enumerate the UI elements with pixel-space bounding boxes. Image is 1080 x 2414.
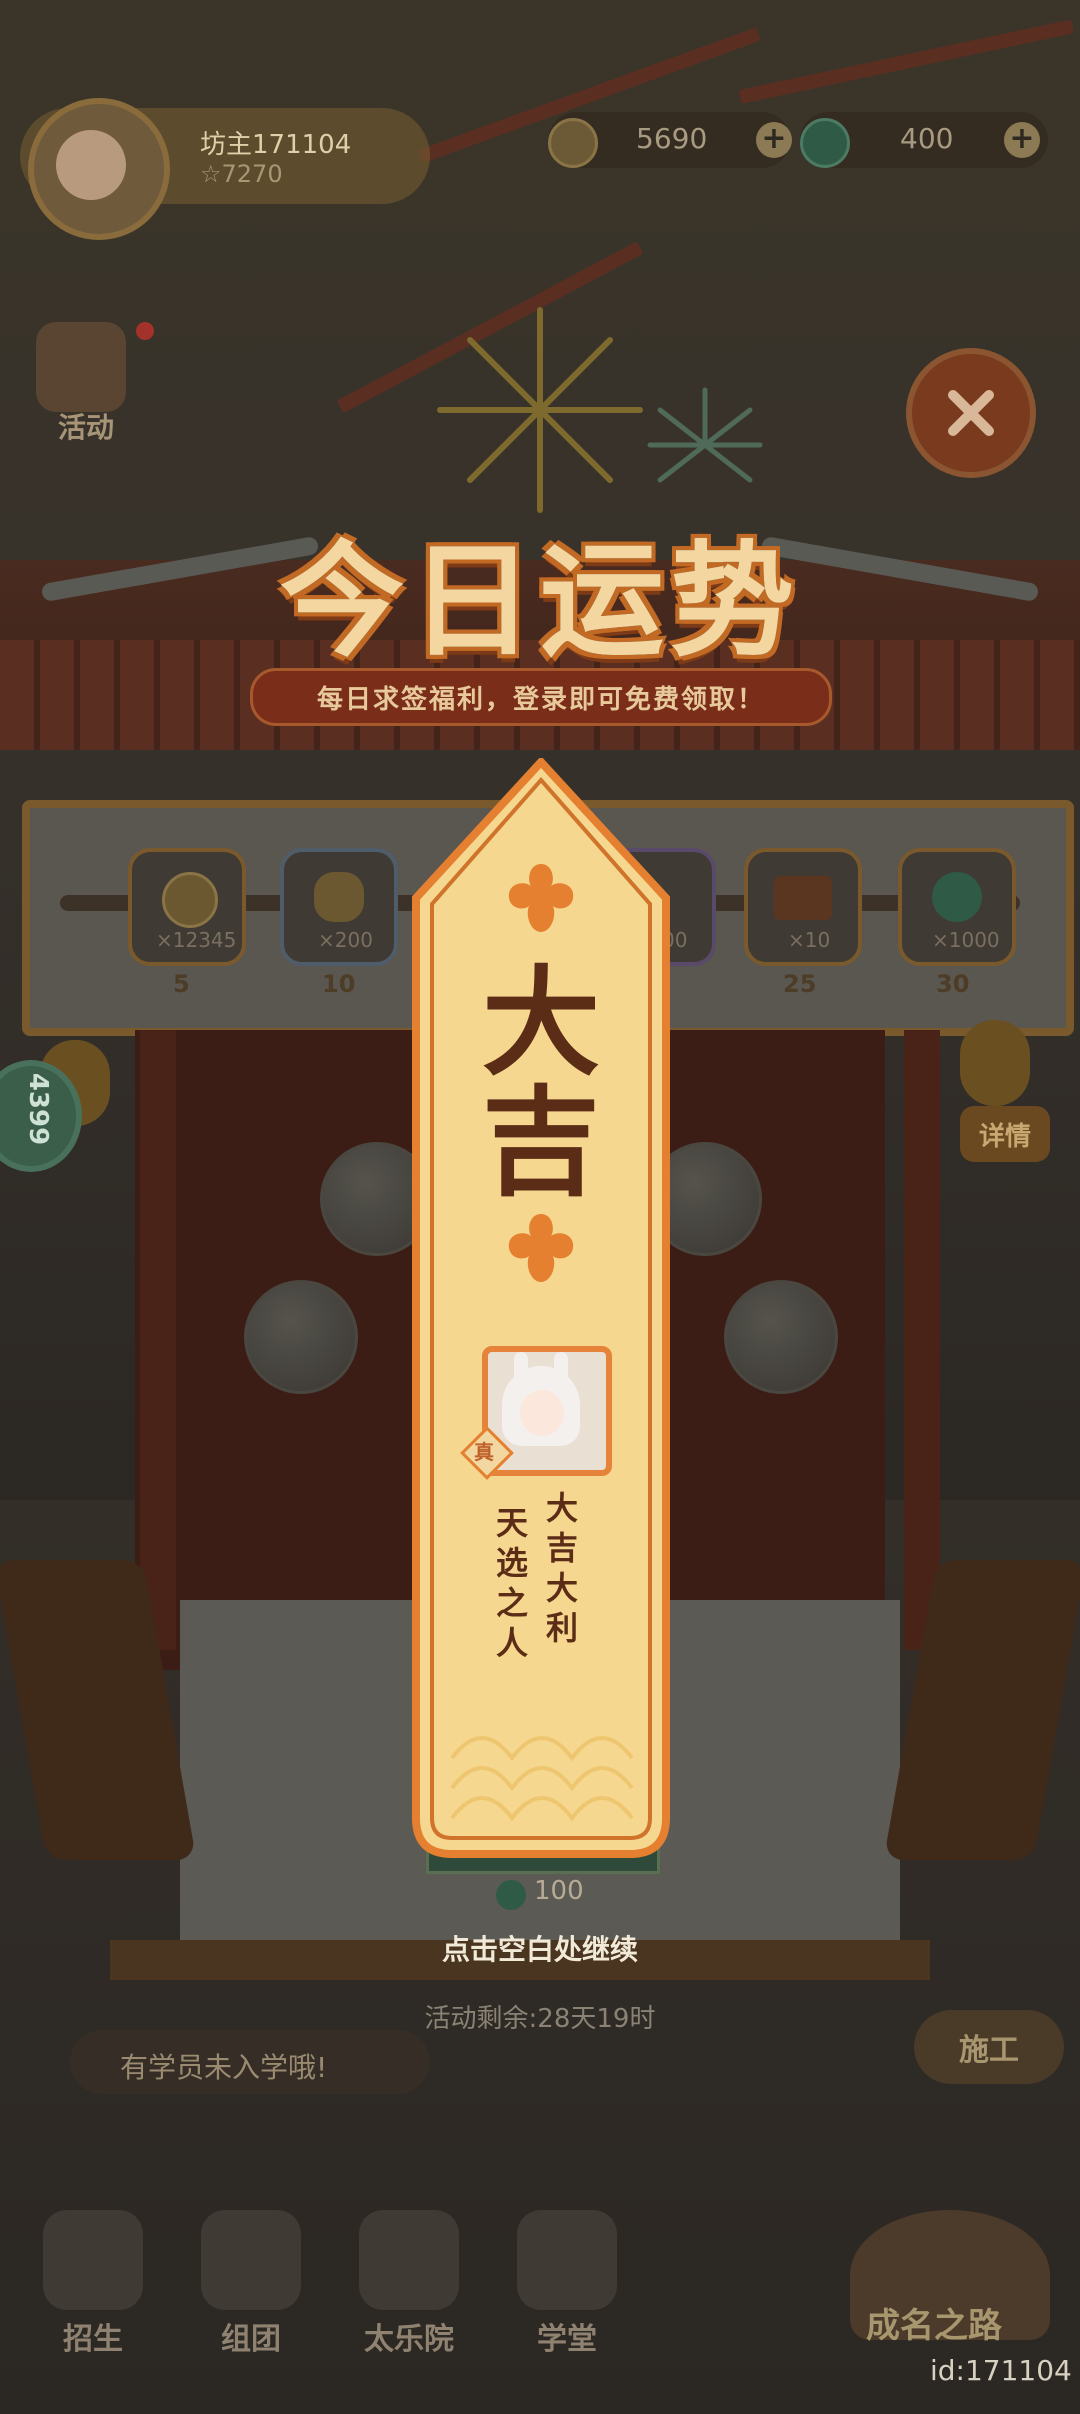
jade-icon	[932, 872, 982, 922]
house-icon	[359, 2210, 459, 2310]
bunny-ear-icon	[514, 1352, 528, 1386]
add-coin-button[interactable]: +	[756, 122, 792, 158]
nav-label: 招生	[63, 2322, 123, 2357]
detail-button[interactable]: 详情	[960, 1106, 1050, 1162]
cat-icon	[43, 2210, 143, 2310]
reward-orb[interactable]	[244, 1280, 358, 1394]
activity-label: 活动	[58, 411, 115, 444]
detail-label: 详情	[978, 1121, 1031, 1152]
reward-count: ×10	[788, 928, 831, 952]
reward-day: 5	[173, 970, 190, 998]
player-stars: ☆7270	[200, 160, 283, 188]
rarity-badge-label: 真	[474, 1440, 494, 1464]
nav-school[interactable]: 学堂	[502, 2210, 632, 2358]
activity-button[interactable]	[36, 322, 126, 412]
poem-line-1: 大吉大利	[545, 1489, 578, 1647]
nav-label: 组团	[221, 2322, 281, 2357]
avatar-face-icon	[56, 130, 126, 200]
flag-icon	[201, 2210, 301, 2310]
side-counter-value: 4399	[23, 1072, 54, 1146]
nav-label: 太乐院	[364, 2322, 454, 2357]
popup-subtitle: 每日求签福利，登录即可免费领取！	[316, 684, 765, 715]
build-label: 施工	[959, 2033, 1019, 2068]
popup-title-wrap: 今日运势	[160, 500, 920, 680]
build-button[interactable]: 施工	[914, 2010, 1064, 2084]
nav-recruit[interactable]: 招生	[28, 2210, 158, 2358]
coin-value: 5690	[636, 122, 708, 155]
plum-flower-icon	[314, 872, 364, 922]
draw-cost: 100	[534, 1876, 584, 1906]
reward-slot[interactable]: ×1000	[898, 848, 1016, 966]
nav-label: 学堂	[537, 2322, 597, 2357]
fame-road-label: 成名之路	[866, 2306, 1002, 2346]
character-face	[520, 1390, 564, 1436]
bunny-ear-icon	[554, 1352, 568, 1386]
firework-decoration	[437, 307, 643, 513]
reward-orb[interactable]	[724, 1280, 838, 1394]
reward-slot[interactable]: ×10	[744, 848, 862, 966]
close-button[interactable]	[906, 348, 1036, 478]
treasure-chest-icon	[774, 876, 832, 920]
reward-day: 30	[936, 970, 970, 998]
reward-slot[interactable]: ×200	[280, 848, 398, 966]
reward-day: 25	[783, 970, 817, 998]
player-name: 坊主171104	[200, 130, 352, 160]
reward-count: ×1000	[932, 928, 1000, 952]
notification-dot	[136, 322, 154, 340]
user-id: id:171104	[930, 2354, 1072, 2387]
reward-day: 10	[322, 970, 356, 998]
reward-slot[interactable]: ×12345	[128, 848, 246, 966]
jade-value: 400	[900, 122, 954, 155]
cost-jade-icon	[496, 1880, 526, 1910]
shrine-pillar	[904, 1030, 940, 1650]
lantern-decoration	[960, 1020, 1030, 1106]
student-notice-text: 有学员未入学哦!	[120, 2051, 328, 2084]
continue-hint[interactable]: 点击空白处继续	[0, 1928, 1080, 1968]
close-icon	[948, 390, 994, 436]
copper-coin-icon	[162, 872, 218, 928]
shrine-pillar	[140, 1030, 176, 1650]
coin-icon	[548, 118, 598, 168]
poem-line-2: 天选之人	[495, 1504, 528, 1662]
player-stars-value: 7270	[221, 160, 283, 188]
reward-count: ×200	[318, 928, 373, 952]
fortune-char-bottom: 吉	[481, 1073, 600, 1212]
jade-icon	[800, 118, 850, 168]
plum-flower-icon	[508, 1214, 574, 1282]
reward-count: ×12345	[156, 928, 237, 952]
firework-decoration	[647, 387, 763, 483]
plum-flower-icon	[508, 864, 574, 932]
fortune-char-top: 大	[481, 953, 600, 1092]
fortune-stick-card: 大 吉 大吉大利 天选之人	[412, 758, 670, 1858]
popup-title: 今日运势	[279, 529, 800, 674]
subtitle-banner: 每日求签福利，登录即可免费领取！	[250, 668, 832, 726]
nav-music-hall[interactable]: 太乐院	[344, 2210, 474, 2358]
book-icon	[517, 2210, 617, 2310]
add-jade-button[interactable]: +	[1004, 122, 1040, 158]
nav-team[interactable]: 组团	[186, 2210, 316, 2358]
